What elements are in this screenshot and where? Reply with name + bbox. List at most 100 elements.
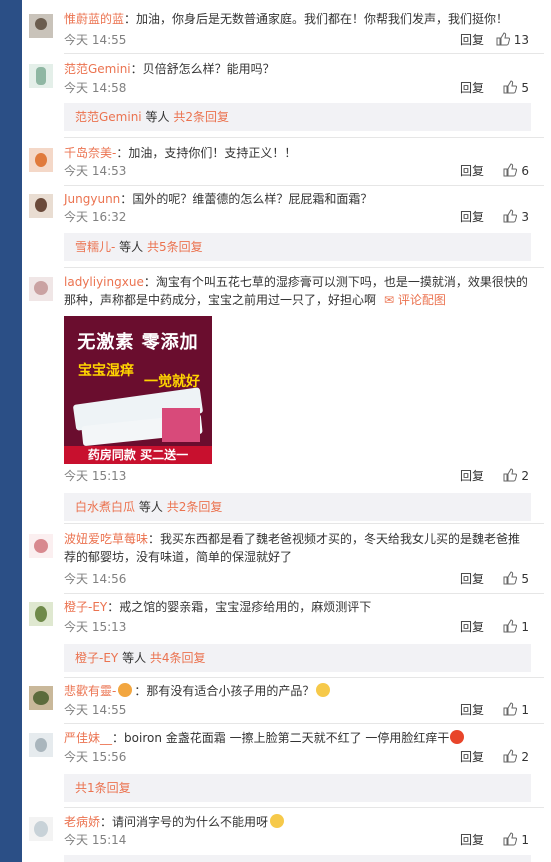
divider: [64, 593, 544, 594]
like-count: 1: [521, 833, 529, 847]
emoji-icon: [118, 683, 133, 697]
sub-replies-summary[interactable]: 橙子-EY 等人 共4条回复: [64, 644, 531, 672]
reply-button[interactable]: 回复: [460, 700, 484, 720]
username[interactable]: 波妞爱吃草莓味: [64, 532, 148, 546]
comment-meta: 今天 15:13 回复 2: [64, 466, 529, 486]
username[interactable]: Jungyunn: [64, 192, 120, 206]
sub-replies-summary[interactable]: 范范Gemini 等人 共2条回复: [64, 103, 531, 131]
comment-image-link[interactable]: ✉ 评论配图: [384, 293, 446, 307]
like-button[interactable]: 13: [496, 30, 529, 50]
comment-text: 范范Gemini：贝倍舒怎么样？能用吗？: [64, 62, 275, 76]
thumb-up-icon: [503, 468, 518, 482]
like-count: 13: [513, 33, 529, 47]
avatar[interactable]: [29, 277, 53, 301]
avatar[interactable]: [29, 686, 53, 710]
emoji-icon: [316, 683, 331, 697]
like-button[interactable]: 3: [503, 207, 529, 227]
avatar[interactable]: [29, 733, 53, 757]
sub-replies-summary[interactable]: 共1条回复: [64, 774, 531, 802]
like-button[interactable]: 1: [503, 617, 529, 637]
reply-button[interactable]: 回复: [460, 30, 484, 50]
like-button[interactable]: 1: [503, 700, 529, 720]
comment-image[interactable]: 无激素 零添加 宝宝湿痒 一觉就好 药房同款 买二送一: [64, 316, 212, 464]
comment-text: ladyliyingxue：淘宝有个叫五花七草的湿疹膏可以测下吗，也是一摸就消，…: [64, 275, 528, 307]
timestamp: 今天 15:14: [64, 833, 127, 847]
thumb-up-icon: [503, 209, 518, 223]
username[interactable]: 老病娇: [64, 815, 100, 829]
username[interactable]: 橙子-EY: [64, 600, 107, 614]
like-button[interactable]: 5: [503, 569, 529, 589]
emoji-icon: [450, 730, 465, 744]
comment-meta: 今天 14:56 回复 5: [64, 569, 529, 589]
like-count: 6: [521, 164, 529, 178]
avatar[interactable]: [29, 194, 53, 218]
comment-text: 惟蔚蓝的蓝：加油，你身后是无数普通家庭。我们都在！你帮我们发声，我们挺你！: [64, 12, 509, 26]
like-count: 5: [521, 81, 529, 95]
comment-text: Jungyunn：国外的呢？维蕾德的怎么样？屁屁霜和面霜？: [64, 192, 373, 206]
avatar[interactable]: [29, 148, 53, 172]
reply-button[interactable]: 回复: [460, 830, 484, 850]
username[interactable]: ladyliyingxue: [64, 275, 144, 289]
comment-list: 惟蔚蓝的蓝：加油，你身后是无数普通家庭。我们都在！你帮我们发声，我们挺你！ 今天…: [22, 0, 551, 862]
thumb-up-icon: [503, 80, 518, 94]
reply-button[interactable]: 回复: [460, 207, 484, 227]
timestamp: 今天 15:13: [64, 469, 127, 483]
divider: [64, 53, 544, 54]
like-button[interactable]: 2: [503, 747, 529, 767]
image-text: 无激素 零添加: [77, 332, 199, 353]
comment-meta: 今天 16:32 回复 3: [64, 207, 529, 227]
like-count: 2: [521, 750, 529, 764]
like-count: 2: [521, 469, 529, 483]
username[interactable]: 惟蔚蓝的蓝: [64, 12, 124, 26]
timestamp: 今天 15:13: [64, 620, 127, 634]
comment-text: 老病娇：请问消字号的为什么不能用呀: [64, 813, 529, 831]
comment-text: 橙子-EY：戒之馆的婴亲霜，宝宝湿疹给用的，麻烦测评下: [64, 600, 372, 614]
divider: [64, 267, 544, 268]
sub-replies-summary[interactable]: [64, 855, 531, 862]
reply-button[interactable]: 回复: [460, 747, 484, 767]
divider: [64, 723, 544, 724]
divider: [64, 523, 544, 524]
like-button[interactable]: 6: [503, 161, 529, 181]
reply-button[interactable]: 回复: [460, 569, 484, 589]
avatar[interactable]: [29, 817, 53, 841]
reply-button[interactable]: 回复: [460, 466, 484, 486]
like-button[interactable]: 1: [503, 830, 529, 850]
image-text: 宝宝湿痒: [78, 363, 134, 379]
reply-button[interactable]: 回复: [460, 78, 484, 98]
thumb-up-icon: [503, 571, 518, 585]
timestamp: 今天 14:58: [64, 81, 127, 95]
comment-meta: 今天 15:56 回复 2: [64, 747, 529, 767]
reply-button[interactable]: 回复: [460, 161, 484, 181]
sub-replies-summary[interactable]: 雪糯儿- 等人 共5条回复: [64, 233, 531, 261]
like-button[interactable]: 5: [503, 78, 529, 98]
avatar[interactable]: [29, 534, 53, 558]
reply-button[interactable]: 回复: [460, 617, 484, 637]
comment-text: 严佳妹__：boiron 金盏花面霜 一擦上脸第二天就不红了 一停用脸红痒干: [64, 729, 529, 747]
avatar[interactable]: [29, 602, 53, 626]
thumb-up-icon: [503, 163, 518, 177]
comment-meta: 今天 14:55 回复 1: [64, 700, 529, 720]
avatar[interactable]: [29, 14, 53, 38]
thumb-up-icon: [503, 619, 518, 633]
thumb-up-icon: [503, 749, 518, 763]
comment-meta: 今天 14:58 回复 5: [64, 78, 529, 98]
timestamp: 今天 14:55: [64, 703, 127, 717]
image-text: 药房同款 买二送一: [64, 446, 212, 464]
like-count: 1: [521, 620, 529, 634]
like-count: 1: [521, 703, 529, 717]
thumb-up-icon: [503, 832, 518, 846]
avatar[interactable]: [29, 64, 53, 88]
like-button[interactable]: 2: [503, 466, 529, 486]
comment-text: 波妞爱吃草莓味：我买东西都是看了魏老爸视频才买的，冬天给我女儿买的是魏老爸推荐的…: [64, 532, 521, 564]
timestamp: 今天 15:56: [64, 750, 127, 764]
emoji-icon: [270, 814, 285, 828]
sub-replies-summary[interactable]: 白水煮白瓜 等人 共2条回复: [64, 493, 531, 521]
username[interactable]: 悲歡有靈-: [64, 684, 116, 698]
username[interactable]: 严佳妹__: [64, 731, 112, 745]
comment-text: 千岛奈美-：加油，支持你们！支持正义！！: [64, 146, 297, 160]
username[interactable]: 千岛奈美-: [64, 146, 116, 160]
username[interactable]: 范范Gemini: [64, 62, 131, 76]
comment-meta: 今天 15:13 回复 1: [64, 617, 529, 637]
like-count: 3: [521, 210, 529, 224]
